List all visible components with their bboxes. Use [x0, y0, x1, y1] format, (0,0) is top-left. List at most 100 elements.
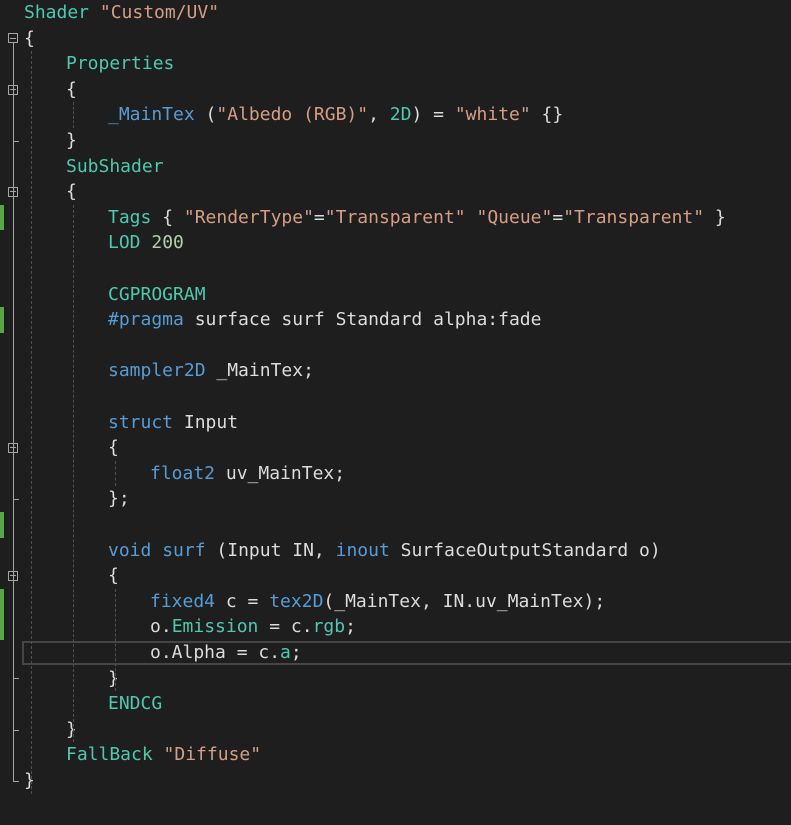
- outline-end: [13, 499, 19, 501]
- outline-line: [13, 453, 14, 500]
- code-token: {: [24, 27, 35, 49]
- code-token: "Albedo (RGB)": [216, 104, 369, 126]
- code-line[interactable]: o.Emission = c.rgb;: [0, 614, 791, 640]
- code-text: {: [108, 563, 119, 589]
- code-line[interactable]: Shader "Custom/UV": [0, 0, 791, 26]
- code-token: (: [194, 104, 217, 126]
- code-line[interactable]: struct Input: [0, 410, 791, 436]
- code-token: "RenderType": [183, 206, 314, 228]
- code-token: ) =: [411, 104, 455, 126]
- code-text: }: [66, 717, 77, 743]
- code-line[interactable]: }: [0, 128, 791, 154]
- code-line[interactable]: fixed4 c = tex2D(_MainTex, IN.uv_MainTex…: [0, 588, 791, 615]
- code-text: SubShader: [66, 154, 164, 180]
- code-token: CGPROGRAM: [108, 283, 206, 305]
- code-text: void surf (Input IN, inout SurfaceOutput…: [108, 538, 661, 564]
- code-line[interactable]: [0, 512, 791, 538]
- code-token: =: [552, 206, 564, 228]
- code-line[interactable]: }: [0, 717, 791, 743]
- change-marker: [0, 307, 4, 333]
- code-token: Emission: [171, 616, 259, 638]
- code-token: (_MainTex, IN.uv_MainTex);: [323, 590, 606, 612]
- code-line[interactable]: sampler2D _MainTex;: [0, 358, 791, 384]
- code-token: struct: [108, 411, 174, 433]
- code-line[interactable]: {: [0, 77, 791, 103]
- indent-guide: [115, 460, 116, 487]
- code-token: 2D: [389, 104, 412, 126]
- code-text: {: [66, 179, 77, 205]
- code-line[interactable]: SubShader: [0, 154, 791, 180]
- outline-end: [13, 678, 19, 680]
- code-token: (Input IN,: [205, 539, 336, 561]
- outline-line: [13, 94, 14, 141]
- code-text: }: [24, 768, 35, 794]
- code-line[interactable]: _MainTex ("Albedo (RGB)", 2D) = "white" …: [0, 102, 791, 128]
- code-line[interactable]: {: [0, 179, 791, 205]
- code-token: "Diffuse": [163, 744, 262, 766]
- code-token: Tags: [108, 206, 152, 228]
- code-token: }: [66, 130, 77, 151]
- code-line[interactable]: [0, 384, 791, 410]
- code-token: "Queue": [476, 206, 553, 228]
- code-line[interactable]: float2 uv_MainTex;: [0, 461, 791, 487]
- code-line[interactable]: o.Alpha = c.a;: [0, 640, 791, 666]
- indent-guide: [73, 102, 74, 128]
- code-text: ENDCG: [108, 691, 162, 717]
- code-text: };: [108, 486, 130, 512]
- code-line[interactable]: {: [0, 435, 791, 461]
- indent-guide: [31, 51, 32, 794]
- code-text: Shader "Custom/UV": [24, 0, 219, 26]
- code-token: SurfaceOutputStandard o): [389, 539, 661, 561]
- code-text: Properties: [66, 51, 174, 77]
- code-line[interactable]: [0, 256, 791, 282]
- code-text: {: [108, 435, 119, 461]
- code-line[interactable]: ENDCG: [0, 691, 791, 717]
- code-text: #pragma surface surf Standard alpha:fade: [108, 307, 541, 333]
- change-marker: [0, 204, 4, 231]
- code-token: LOD: [108, 232, 141, 254]
- code-token: fixed4: [150, 590, 216, 612]
- code-token: surf: [162, 539, 206, 561]
- code-line[interactable]: LOD 200: [0, 230, 791, 256]
- code-editor[interactable]: Shader "Custom/UV"{Properties{_MainTex (…: [0, 0, 791, 825]
- code-text: }: [66, 128, 77, 154]
- code-token: "white": [454, 104, 531, 126]
- code-token: _MainTex;: [205, 360, 314, 382]
- code-text: CGPROGRAM: [108, 282, 206, 308]
- code-line[interactable]: {: [0, 563, 791, 589]
- code-text: {: [66, 77, 77, 103]
- indent-guide: [115, 588, 116, 692]
- code-line[interactable]: }: [0, 768, 791, 794]
- outline-line: [13, 581, 14, 679]
- code-token: {: [151, 206, 184, 228]
- code-text: sampler2D _MainTex;: [108, 358, 314, 384]
- code-line[interactable]: void surf (Input IN, inout SurfaceOutput…: [0, 538, 791, 564]
- code-line[interactable]: CGPROGRAM: [0, 282, 791, 308]
- code-token: }: [24, 770, 35, 791]
- code-line[interactable]: [0, 333, 791, 359]
- code-line[interactable]: Tags { "RenderType" ="Transparent" "Queue…: [0, 204, 791, 231]
- code-text: fixed4 c = tex2D(_MainTex, IN.uv_MainTex…: [150, 589, 605, 615]
- code-line[interactable]: FallBack "Diffuse": [0, 742, 791, 768]
- code-token: rgb: [312, 616, 346, 638]
- code-token: "Transparent": [563, 206, 705, 228]
- code-line[interactable]: {: [0, 26, 791, 52]
- code-text: float2 uv_MainTex;: [150, 461, 345, 487]
- code-text: o.Alpha = c.a;: [150, 640, 302, 666]
- code-line[interactable]: #pragma surface surf Standard alpha:fade: [0, 307, 791, 333]
- code-token: void: [108, 539, 152, 561]
- code-line[interactable]: };: [0, 486, 791, 512]
- code-text: struct Input: [108, 410, 238, 436]
- code-token: uv_MainTex;: [215, 462, 346, 484]
- code-token: FallBack: [66, 744, 153, 766]
- code-token: ;: [290, 642, 302, 663]
- code-token: tex2D: [269, 590, 324, 612]
- outline-end: [13, 780, 19, 782]
- collapse-icon[interactable]: [8, 33, 18, 44]
- code-token: ENDCG: [108, 693, 163, 715]
- code-line[interactable]: Properties: [0, 51, 791, 77]
- code-line[interactable]: }: [0, 666, 791, 692]
- code-token: "Custom/UV": [99, 2, 220, 23]
